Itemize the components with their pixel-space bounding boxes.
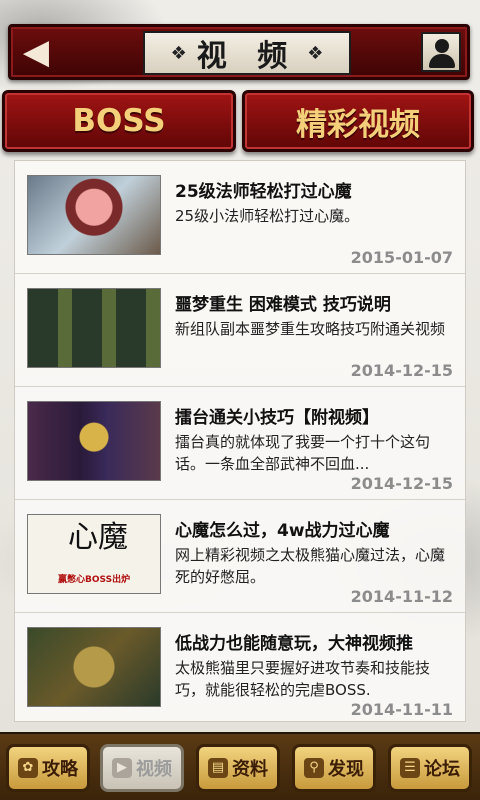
video-date: 2014-11-12 [350,587,453,606]
nav-forum-button[interactable]: ☰ 论坛 [388,744,472,792]
list-item[interactable]: 心魔 赢憋心BOSS出炉 心魔怎么过，4w战力过心魔 网上精彩视频之太极熊猫心魔… [15,500,465,613]
back-arrow-icon: ◀ [22,32,50,72]
video-title: 擂台通关小技巧【附视频】 [175,408,379,428]
video-thumbnail [27,288,161,368]
video-description: 25级小法师轻松打过心魔。 [175,207,360,225]
page-title: 视 频 [196,39,298,74]
title-plate: ❖ 视 频 ❖ [143,31,351,75]
list-item[interactable]: 擂台通关小技巧【附视频】 擂台真的就体现了我要一个打十个这句话。一条血全部武神不… [15,387,465,500]
video-title: 心魔怎么过，4w战力过心魔 [175,521,390,541]
video-title: 噩梦重生 困难模式 技巧说明 [175,295,391,315]
video-description: 太极熊猫里只要握好进攻节奏和技能技巧，就能很轻松的完虐BOSS. [175,659,431,699]
video-thumbnail [27,627,161,707]
nav-guides-button[interactable]: ✿ 攻略 [6,744,90,792]
paw-icon: ✿ [18,758,38,778]
video-date: 2014-12-15 [350,361,453,380]
video-date: 2014-12-15 [350,474,453,493]
nav-discover-button[interactable]: ⚲ 发现 [292,744,376,792]
video-thumbnail [27,175,161,255]
back-button[interactable]: ◀ [17,33,55,71]
list-item[interactable]: 低战力也能随意玩，大神视频推 太极熊猫里只要握好进攻节奏和技能技巧，就能很轻松的… [15,613,465,721]
video-title: 25级法师轻松打过心魔 [175,182,352,202]
nav-label: 攻略 [42,759,78,780]
video-date: 2014-11-11 [350,700,453,719]
search-icon: ⚲ [304,758,324,778]
nav-data-button[interactable]: ▤ 资料 [196,744,280,792]
list-item[interactable]: 25级法师轻松打过心魔 25级小法师轻松打过心魔。 2015-01-07 [15,161,465,274]
bottom-nav: ✿ 攻略 ▶ 视频 ▤ 资料 ⚲ 发现 ☰ 论坛 [0,732,480,800]
nav-label: 资料 [232,759,268,780]
video-description: 擂台真的就体现了我要一个打十个这句话。一条血全部武神不回血... [175,433,431,473]
video-thumbnail: 心魔 赢憋心BOSS出炉 [27,514,161,594]
video-title: 低战力也能随意玩，大神视频推 [175,634,413,654]
nav-label: 视频 [136,759,172,780]
nav-videos-button[interactable]: ▶ 视频 [100,744,184,792]
tab-bar: BOSS 精彩视频 [0,90,480,152]
thumbnail-calligraphy: 心魔 [68,520,128,555]
forum-icon: ☰ [400,758,420,778]
video-list: 25级法师轻松打过心魔 25级小法师轻松打过心魔。 2015-01-07 噩梦重… [14,160,466,722]
paw-icon: ❖ [170,42,187,64]
paw-icon: ❖ [307,42,324,64]
video-description: 网上精彩视频之太极熊猫心魔过法，心魔死的好憋屈。 [175,546,446,586]
nav-label: 论坛 [424,759,460,780]
list-item[interactable]: 噩梦重生 困难模式 技巧说明 新组队副本噩梦重生攻略技巧附通关视频 2014-1… [15,274,465,387]
video-date: 2015-01-07 [350,248,453,267]
book-icon: ▤ [208,758,228,778]
video-description: 新组队副本噩梦重生攻略技巧附通关视频 [175,320,446,338]
nav-label: 发现 [328,759,364,780]
header-bar: ◀ ❖ 视 频 ❖ [8,24,470,80]
user-profile-button[interactable] [421,32,461,72]
tab-boss[interactable]: BOSS [2,90,236,152]
thumbnail-caption: 赢憋心BOSS出炉 [58,575,131,585]
video-icon: ▶ [112,758,132,778]
video-thumbnail [27,401,161,481]
tab-featured-videos[interactable]: 精彩视频 [242,90,474,152]
